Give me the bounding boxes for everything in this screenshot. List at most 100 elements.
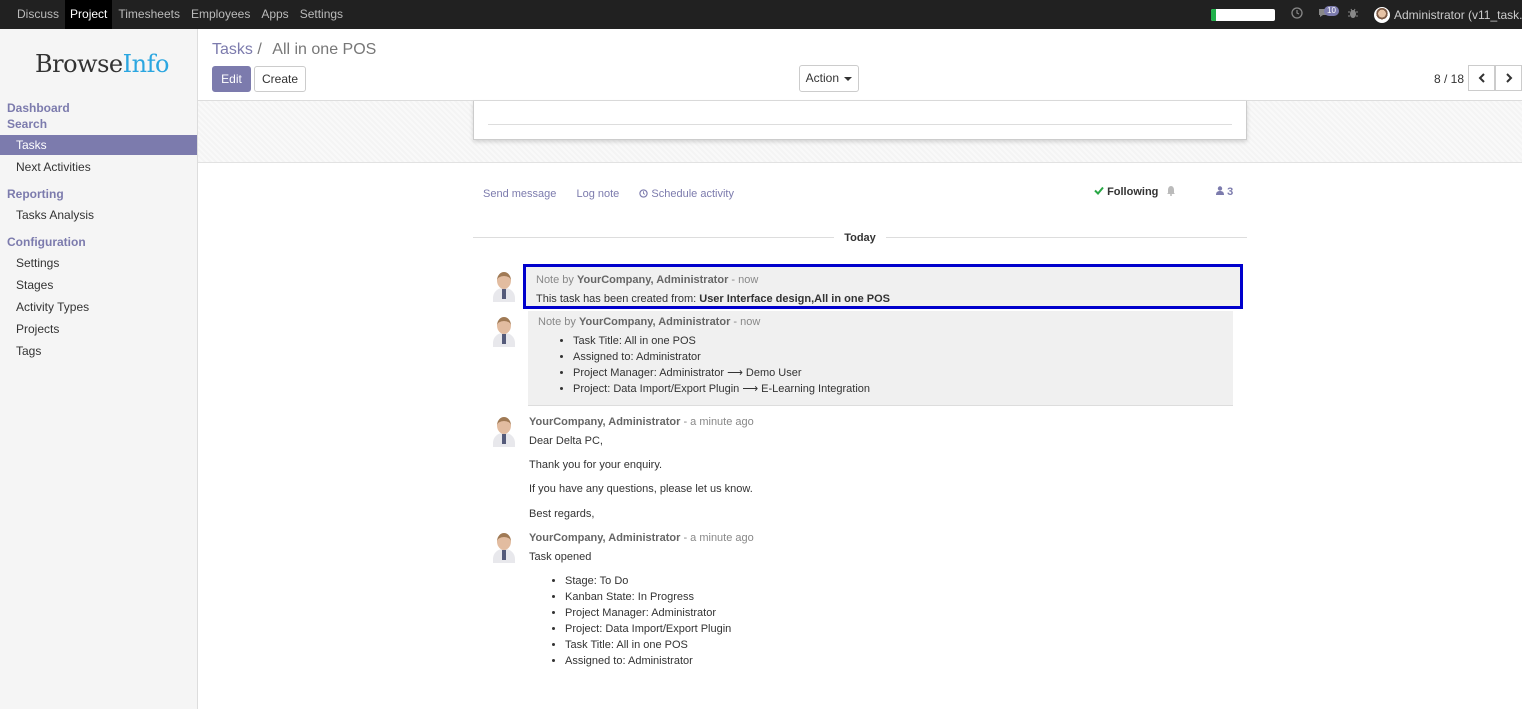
action-dropdown[interactable]: Action	[799, 65, 859, 92]
list-item: Assigned to: Administrator	[565, 653, 731, 669]
message-meta: Note by YourCompany, Administrator - now	[538, 316, 761, 328]
list-item: Stage: To Do	[565, 573, 731, 589]
schedule-activity-label: Schedule activity	[651, 188, 734, 200]
list-item: Task Title: All in one POS	[573, 333, 870, 349]
breadcrumb-separator: /	[257, 41, 262, 58]
following-label: Following	[1107, 186, 1159, 198]
app-apps[interactable]: Apps	[256, 0, 293, 29]
app-project[interactable]: Project	[65, 0, 113, 29]
messages-badge: 10	[1324, 6, 1339, 16]
pager-next-button[interactable]	[1495, 65, 1522, 91]
app-discuss[interactable]: Discuss	[12, 0, 64, 29]
message-time: - now	[731, 274, 759, 286]
message-body: This task has been created from: User In…	[536, 293, 890, 305]
breadcrumb: Tasks / All in one POS	[212, 41, 376, 59]
list-item: Project Manager: Administrator ⟶ Demo Us…	[573, 365, 870, 381]
messages-icon[interactable]: 10	[1318, 6, 1339, 22]
user-icon	[1216, 186, 1224, 195]
followers-count: 3	[1227, 186, 1234, 198]
avatar[interactable]	[491, 531, 517, 563]
sidebar-item-stages[interactable]: Stages	[0, 275, 197, 295]
schedule-activity-button[interactable]: Schedule activity	[639, 188, 751, 200]
message-paragraph: Best regards,	[529, 508, 595, 520]
sidebar-section-dashboard[interactable]: Dashboard	[7, 101, 70, 115]
list-item: Kanban State: In Progress	[565, 589, 731, 605]
app-employees[interactable]: Employees	[186, 0, 255, 29]
log-note-button[interactable]: Log note	[576, 188, 619, 200]
date-separator-today: Today	[834, 232, 886, 244]
sidebar-section-reporting[interactable]: Reporting	[7, 187, 64, 201]
message-paragraph: Thank you for your enquiry.	[529, 459, 663, 471]
sidebar-item-tasks-analysis[interactable]: Tasks Analysis	[0, 205, 197, 225]
message-paragraph: Dear Delta PC,	[529, 435, 603, 447]
message-author[interactable]: YourCompany, Administrator	[529, 416, 680, 428]
form-sheet	[473, 101, 1247, 140]
control-panel: Tasks / All in one POS Edit Create Actio…	[198, 29, 1522, 101]
message-meta: Note by YourCompany, Administrator - now	[536, 274, 759, 286]
following-button[interactable]: Following	[1094, 186, 1158, 198]
bell-icon[interactable]	[1166, 185, 1176, 199]
edit-button[interactable]: Edit	[212, 66, 251, 92]
followers-button[interactable]: 3	[1216, 186, 1233, 198]
list-item: Project Manager: Administrator	[565, 605, 731, 621]
sidebar-item-settings[interactable]: Settings	[0, 253, 197, 273]
check-icon	[1094, 186, 1104, 195]
message-note-selected[interactable]: Note by YourCompany, Administrator - now…	[523, 264, 1243, 309]
message-time: - now	[733, 316, 761, 328]
message-author[interactable]: YourCompany, Administrator	[529, 532, 680, 544]
message-meta: YourCompany, Administrator - a minute ag…	[529, 532, 754, 544]
send-message-button[interactable]: Send message	[483, 188, 556, 200]
sidebar-section-search[interactable]: Search	[7, 117, 47, 131]
sidebar-item-tags[interactable]: Tags	[0, 341, 197, 361]
user-avatar[interactable]	[1374, 6, 1390, 23]
create-button[interactable]: Create	[254, 66, 306, 92]
avatar[interactable]	[491, 415, 517, 447]
sidebar-section-configuration[interactable]: Configuration	[7, 235, 86, 249]
message-meta: YourCompany, Administrator - a minute ag…	[529, 416, 754, 428]
onboarding-progress-bar[interactable]	[1211, 8, 1275, 21]
sidebar: BrowseInfo Dashboard Search Tasks Next A…	[0, 29, 198, 709]
message-time: - a minute ago	[683, 532, 754, 544]
clock-icon[interactable]	[1291, 7, 1303, 22]
tracking-list: Task Title: All in one POS Assigned to: …	[573, 333, 870, 397]
bug-icon[interactable]	[1347, 7, 1359, 22]
message-author[interactable]: YourCompany, Administrator	[577, 274, 728, 286]
progress-fill	[1211, 8, 1217, 21]
pager-value[interactable]: 8 / 18	[1434, 72, 1464, 86]
caret-down-icon	[844, 76, 853, 81]
user-menu[interactable]: Administrator (v11_task.	[1394, 8, 1522, 22]
chatter-topbar: Send message Log note Schedule activity	[483, 188, 751, 200]
breadcrumb-tasks[interactable]: Tasks	[212, 41, 253, 58]
sidebar-item-activity-types[interactable]: Activity Types	[0, 297, 197, 317]
list-item: Project: Data Import/Export Plugin ⟶ E-L…	[573, 381, 870, 397]
top-navbar: Discuss Project Timesheets Employees App…	[0, 0, 1522, 29]
avatar[interactable]	[491, 270, 517, 302]
message-paragraph: If you have any questions, please let us…	[529, 483, 753, 495]
message-note: Note by YourCompany, Administrator - now…	[528, 311, 1233, 406]
message-author[interactable]: YourCompany, Administrator	[579, 316, 730, 328]
sidebar-item-projects[interactable]: Projects	[0, 319, 197, 339]
avatar[interactable]	[491, 315, 517, 347]
app-timesheets[interactable]: Timesheets	[113, 0, 185, 29]
list-item: Project: Data Import/Export Plugin	[565, 621, 731, 637]
message-intro: Task opened	[529, 551, 592, 563]
sidebar-item-tasks[interactable]: Tasks	[0, 135, 197, 155]
clock-icon	[639, 189, 649, 198]
systray: 10 Administrator (v11_task.	[1211, 0, 1522, 29]
message-time: - a minute ago	[683, 416, 754, 428]
chevron-right-icon	[1505, 73, 1512, 83]
breadcrumb-current: All in one POS	[272, 41, 377, 58]
sheet-divider	[488, 124, 1232, 125]
list-item: Task Title: All in one POS	[565, 637, 731, 653]
list-item: Assigned to: Administrator	[573, 349, 870, 365]
source-task-link[interactable]: User Interface design,All in one POS	[699, 293, 890, 305]
app-menu: Discuss Project Timesheets Employees App…	[12, 0, 349, 29]
sidebar-item-next-activities[interactable]: Next Activities	[0, 157, 197, 177]
form-view: Send message Log note Schedule activity …	[198, 101, 1522, 709]
app-settings[interactable]: Settings	[295, 0, 348, 29]
action-label: Action	[805, 71, 839, 85]
tracking-list: Stage: To Do Kanban State: In Progress P…	[565, 573, 731, 669]
pager-previous-button[interactable]	[1468, 65, 1495, 91]
chevron-left-icon	[1478, 73, 1485, 83]
brand-logo: BrowseInfo	[35, 50, 169, 78]
